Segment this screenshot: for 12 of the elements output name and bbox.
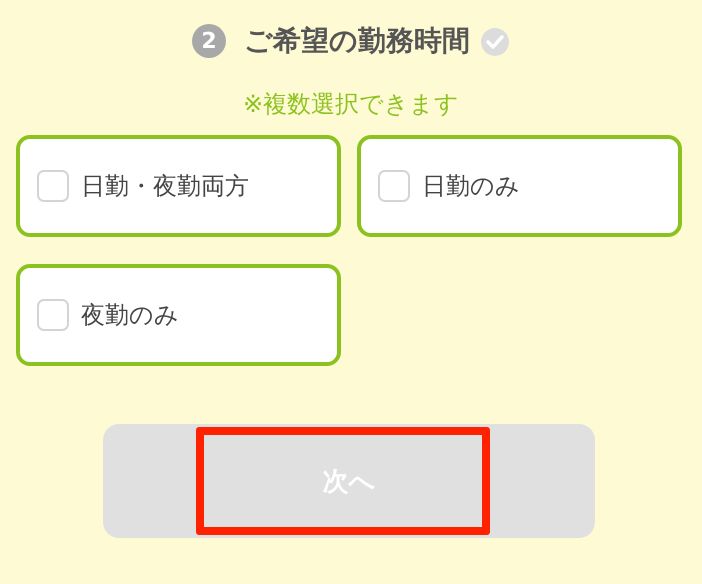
option-card[interactable]: 日勤・夜勤両方 [16, 135, 341, 237]
step-title: ご希望の勤務時間 [244, 23, 470, 59]
checkbox[interactable] [37, 170, 69, 202]
checkbox[interactable] [378, 170, 410, 202]
option-card[interactable]: 日勤のみ [357, 135, 682, 237]
checkbox[interactable] [37, 299, 69, 331]
option-card[interactable]: 夜勤のみ [16, 264, 341, 366]
option-label: 日勤・夜勤両方 [81, 171, 249, 202]
option-label: 日勤のみ [422, 171, 520, 202]
option-label: 夜勤のみ [81, 300, 179, 331]
selection-note: ※複数選択できます [242, 89, 460, 120]
step-number: 2 [192, 24, 226, 58]
